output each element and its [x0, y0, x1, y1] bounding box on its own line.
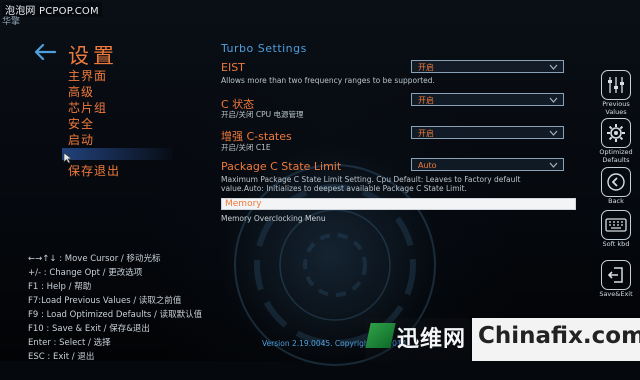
back-icon — [601, 167, 631, 197]
save-exit-label: Save&Exit — [599, 290, 633, 298]
menu-item-advanced[interactable]: 高级 — [68, 84, 107, 100]
help-line: Enter : Select / 选择 — [28, 338, 111, 348]
chevron-down-icon — [549, 130, 558, 136]
back-button[interactable]: Back — [594, 167, 638, 205]
previous-values-label-2: Values — [605, 108, 627, 116]
chevron-down-icon — [549, 162, 558, 168]
previous-values-label-1: Previous — [602, 100, 630, 108]
help-line: ESC : Exit / 退出 — [28, 352, 95, 362]
back-icon-svg — [607, 173, 625, 191]
section-title: 设置 — [68, 44, 118, 68]
optimized-defaults-label-1: Optimized — [599, 148, 633, 156]
exit-icon-svg — [607, 267, 623, 283]
watermark-chinafix: 迅维网 Chinafix.com — [365, 318, 640, 361]
memory-submenu-item[interactable]: Memory — [221, 198, 576, 210]
watermark-xunwei-text: 迅维网 — [397, 327, 467, 352]
menu-item-save-exit[interactable]: 保存退出 — [68, 162, 120, 179]
sliders-icon-svg — [608, 77, 624, 93]
help-line: F9 : Load Optimized Defaults / 读取默认值 — [28, 310, 203, 320]
gear-icon — [601, 118, 631, 148]
keyboard-icon — [601, 210, 631, 240]
sliders-icon — [601, 70, 631, 100]
help-line: F7:Load Previous Values / 读取之前值 — [28, 296, 182, 306]
exit-icon — [601, 260, 631, 290]
gear-icon-svg — [607, 124, 625, 142]
menu-item-boot[interactable]: 启动 — [68, 132, 107, 148]
menu-item-security[interactable]: 安全 — [68, 116, 107, 132]
brand-logo: 华擎 — [2, 17, 21, 27]
watermark-xunwei: 迅维网 — [365, 318, 470, 361]
setting-pkg-cstate-desc-2: value.Auto: Initializes to deepest avail… — [221, 184, 467, 193]
help-line: F1 : Help / 帮助 — [28, 282, 92, 292]
setting-c1e-desc: 开启/关闭 C1E — [221, 143, 271, 152]
watermark-chinafix-text: Chinafix.com — [478, 323, 640, 349]
keyboard-icon-svg — [605, 218, 627, 232]
watermark-chinafix-box: Chinafix.com — [472, 318, 640, 361]
optimized-defaults-label-2: Defaults — [602, 156, 630, 164]
memory-submenu-desc: Memory Overclocking Menu — [221, 214, 326, 223]
menu-selection-highlight[interactable] — [62, 148, 172, 160]
dropdown-value: Auto — [418, 161, 437, 170]
save-exit-button[interactable]: Save&Exit — [594, 260, 638, 298]
setting-pkg-cstate-dropdown[interactable]: Auto — [411, 158, 564, 171]
setting-pkg-cstate-label: Package C State Limit — [221, 160, 342, 173]
soft-keyboard-label: Soft kbd — [602, 240, 630, 248]
help-line: ←→↑↓ : Move Cursor / 移动光标 — [28, 254, 161, 264]
back-arrow-icon[interactable] — [34, 44, 56, 60]
help-legend: ←→↑↓ : Move Cursor / 移动光标 +/- : Change O… — [28, 252, 202, 364]
setting-eist-dropdown[interactable]: 开启 — [411, 60, 564, 73]
dropdown-value: 开启 — [418, 63, 434, 72]
soft-keyboard-button[interactable]: Soft kbd — [594, 210, 638, 248]
setting-c1e-label: 增强 C-states — [221, 130, 292, 143]
menu-item-chipset[interactable]: 芯片组 — [68, 100, 107, 116]
setting-c1e-dropdown[interactable]: 开启 — [411, 126, 564, 139]
xunwei-logo-icon — [365, 323, 396, 348]
main-menu: 主界面 高级 芯片组 安全 启动 — [68, 68, 107, 148]
optimized-defaults-button[interactable]: Optimized Defaults — [594, 118, 638, 164]
help-line: +/- : Change Opt / 更改选项 — [28, 268, 143, 278]
back-label: Back — [608, 197, 624, 205]
chevron-down-icon — [549, 64, 558, 70]
panel-title: Turbo Settings — [221, 42, 307, 55]
previous-values-button[interactable]: Previous Values — [594, 70, 638, 116]
setting-eist-label: EIST — [221, 61, 245, 74]
setting-eist-desc: Allows more than two frequency ranges to… — [221, 76, 435, 85]
dropdown-value: 开启 — [418, 129, 434, 138]
help-line: F10 : Save & Exit / 保存&退出 — [28, 324, 150, 334]
chevron-down-icon — [549, 97, 558, 103]
setting-cstate-desc: 开启/关闭 CPU 电源管理 — [221, 110, 304, 119]
setting-cstate-dropdown[interactable]: 开启 — [411, 93, 564, 106]
menu-item-main[interactable]: 主界面 — [68, 68, 107, 84]
dropdown-value: 开启 — [418, 96, 434, 105]
